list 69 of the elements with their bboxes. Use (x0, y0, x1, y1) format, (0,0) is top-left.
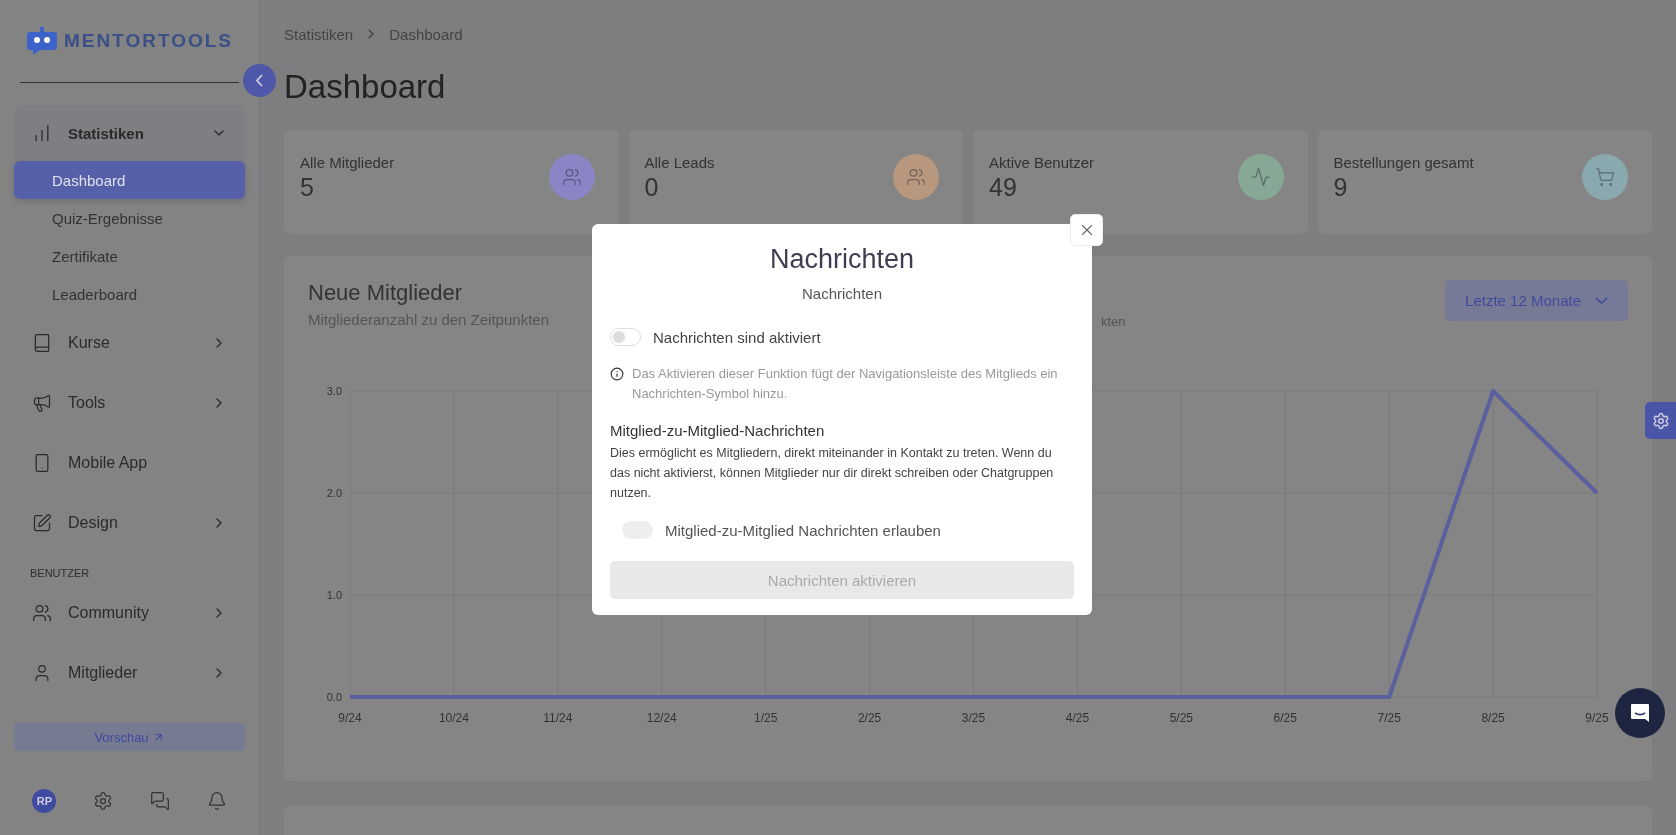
axis-label: 4/25 (1065, 711, 1090, 725)
toggle-switch[interactable] (610, 328, 641, 346)
settings-icon (1651, 411, 1670, 430)
stat-label: Bestellungen gesamt (1333, 154, 1474, 171)
stat-value: 9 (1333, 173, 1349, 202)
nav-item[interactable]: Community (14, 583, 245, 643)
modal-title: Nachrichten (768, 244, 916, 275)
stat-value: 49 (989, 173, 1018, 202)
stat-value: 0 (644, 173, 660, 202)
axis-label: 9/25 (1585, 711, 1609, 725)
axis-label: 1.0 (326, 589, 342, 601)
axis-label: 12/24 (646, 711, 677, 725)
info-text: Das Aktivieren dieser Funktion fügt der Navigationsleiste des Mitglieds ein Nachrichten-Symbol hinzu. (632, 365, 1059, 403)
axis-label: 1/25 (754, 711, 778, 725)
stat-label: Alle Leads (644, 154, 715, 171)
close-button[interactable] (1070, 214, 1103, 246)
nav-item[interactable]: Mitglieder (14, 643, 245, 703)
toggle-label: Mitglied-zu-Mitglied Nachrichten erlauben (665, 521, 941, 539)
breadcrumb-link[interactable]: Statistiken (284, 25, 354, 43)
axis-label: 3/25 (961, 711, 986, 725)
axis-label: 5/25 (1169, 711, 1193, 725)
nav-item[interactable]: Kurse (14, 313, 245, 373)
info-icon (610, 367, 624, 381)
axis-label: 2/25 (857, 711, 882, 725)
axis-label: 2.0 (326, 487, 342, 499)
axis-label: 0.0 (326, 691, 342, 703)
axis-label: 3.0 (326, 385, 342, 397)
bell-icon[interactable] (206, 791, 227, 811)
section-heading: BENUTZER (29, 566, 91, 581)
axis-label: 11/24 (543, 711, 573, 725)
nav-item[interactable]: Tools (14, 373, 245, 433)
chat-icon (1629, 702, 1651, 724)
nav-group[interactable]: Statistiken (14, 105, 245, 161)
breadcrumb-link[interactable]: Dashboard (389, 25, 463, 43)
nav-subitem[interactable]: Dashboard (14, 161, 245, 199)
chevron-down-icon (1595, 297, 1608, 304)
nav-item[interactable]: Design (14, 493, 245, 553)
section-text: Dies ermöglicht es Mitgliedern, direkt miteinander in Kontakt zu treten. Wenn du das nicht aktivierst, können Mitglieder nur dir direkt schreiben oder Chatgruppen nutzen. (610, 445, 1055, 502)
preview-button[interactable]: Vorschau (14, 723, 245, 751)
settings-tab[interactable] (1645, 402, 1676, 439)
nav-item[interactable]: Mobile App (14, 433, 245, 493)
card-title: Neue Mitglieder (308, 280, 464, 306)
people-icon (32, 603, 52, 623)
stat-label: Aktive Benutzer (989, 154, 1095, 171)
pen-icon (32, 513, 52, 533)
modal-subtitle: Nachrichten (800, 285, 883, 302)
book-icon (32, 333, 52, 353)
range-dropdown[interactable]: Letzte 12 Monate (1445, 280, 1628, 321)
nav-subitem[interactable]: Zertifikate (14, 237, 245, 275)
section-title: Mitglied-zu-Mitglied-Nachrichten (610, 422, 826, 439)
nav-subitem[interactable]: Quiz-Ergebnisse (14, 199, 245, 237)
axis-label: 8/25 (1481, 711, 1505, 725)
collapse-button[interactable] (243, 64, 276, 97)
user-avatar[interactable]: RP (32, 789, 57, 813)
brand-name: MENTORTOOLS (63, 30, 234, 52)
nav-subitem[interactable]: Leaderboard (14, 275, 245, 313)
page-title: Dashboard (284, 68, 447, 106)
stat-label: Alle Mitglieder (300, 154, 395, 171)
chevron-left-icon (256, 74, 263, 87)
axis-label: 10/24 (438, 711, 469, 725)
axis-label: 9/24 (338, 711, 362, 725)
settings-icon[interactable] (93, 791, 114, 811)
robot-logo-icon (25, 26, 58, 56)
stat-value: 5 (300, 173, 315, 202)
chat-icon[interactable] (149, 791, 170, 811)
megaphone-icon (32, 393, 52, 413)
toggle-label: Nachrichten sind aktiviert (653, 328, 821, 346)
axis-label: 7/25 (1377, 711, 1401, 725)
axis-label: 6/25 (1273, 711, 1297, 725)
